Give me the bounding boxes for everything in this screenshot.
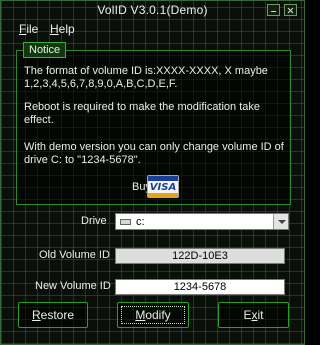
visa-card-text: VISA	[149, 182, 177, 193]
notice-line-2: 1,2,3,4,5,6,7,8,9,0,A,B,C,D,E,F.	[24, 78, 178, 90]
close-icon[interactable]	[284, 4, 297, 16]
old-volume-id-label: Old Volume ID	[39, 249, 110, 261]
visa-icon[interactable]: VISA	[147, 175, 179, 198]
modify-button[interactable]: Modify	[117, 302, 189, 328]
exit-label-start: E	[243, 308, 252, 322]
drive-select[interactable]: c:	[115, 213, 289, 230]
menu-help-label: elp	[58, 22, 75, 36]
menu-file-label: ile	[26, 22, 39, 36]
notice-line-4: effect.	[24, 114, 54, 126]
old-volume-id-field: 122D-10E3	[115, 248, 285, 264]
window-title: VolID V3.0.1(Demo)	[97, 3, 208, 17]
visa-card-band-top	[148, 176, 178, 181]
restore-accel: R	[31, 308, 41, 322]
notice-line-5: With demo version you can only change vo…	[24, 141, 284, 153]
menu-file[interactable]: File	[19, 22, 38, 36]
notice-line-3: Reboot is required to make the modificat…	[24, 101, 261, 113]
minimize-icon[interactable]	[267, 4, 280, 16]
drive-label: Drive	[81, 215, 107, 227]
modify-label: odify	[145, 308, 171, 322]
title-bar[interactable]: VolID V3.0.1(Demo)	[1, 1, 304, 19]
new-volume-id-label: New Volume ID	[35, 280, 111, 292]
modify-accel: M	[135, 308, 146, 322]
restore-label: estore	[40, 308, 75, 322]
new-volume-id-field[interactable]: 1234-5678	[115, 279, 285, 295]
visa-card-band-bottom	[148, 193, 178, 197]
notice-line-6: drive C: to "1234-5678".	[24, 154, 141, 166]
restore-button[interactable]: Restore	[18, 302, 88, 328]
menu-help-accel: H	[50, 22, 59, 36]
notice-legend: Notice	[23, 42, 67, 58]
menu-help[interactable]: Help	[50, 22, 75, 36]
drive-select-value: c:	[136, 216, 145, 228]
exit-button[interactable]: Exit	[218, 302, 289, 328]
notice-line-1: The format of volume ID is:XXXX-XXXX, X …	[24, 65, 268, 77]
drive-icon	[120, 219, 131, 225]
chevron-down-icon[interactable]	[273, 214, 288, 229]
app-window: VolID V3.0.1(Demo) File Help Notice The …	[0, 0, 305, 345]
exit-label-end: it	[257, 308, 264, 322]
